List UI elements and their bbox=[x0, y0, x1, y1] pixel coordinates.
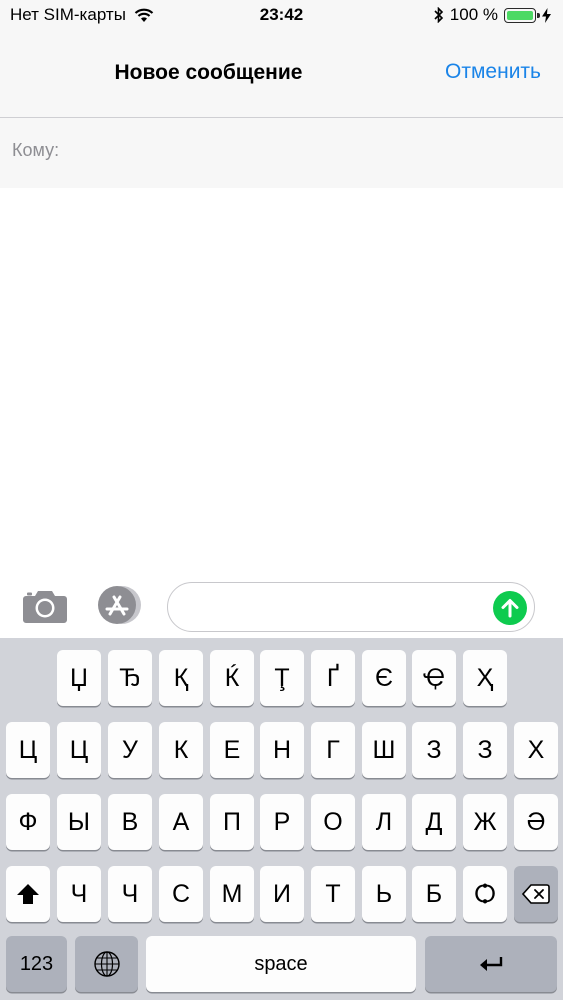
message-input-bar bbox=[0, 578, 563, 638]
key[interactable]: Ә bbox=[514, 794, 558, 850]
battery-icon bbox=[504, 7, 540, 23]
key[interactable]: Ч bbox=[57, 866, 101, 922]
key[interactable]: З bbox=[412, 722, 456, 778]
cancel-button[interactable]: Отменить bbox=[445, 60, 541, 84]
key[interactable]: О bbox=[311, 794, 355, 850]
key[interactable]: К bbox=[159, 722, 203, 778]
key[interactable]: Ţ bbox=[260, 650, 304, 706]
key[interactable]: Ш bbox=[362, 722, 406, 778]
key[interactable]: Ж bbox=[463, 794, 507, 850]
return-icon bbox=[480, 957, 503, 971]
backspace-key[interactable] bbox=[514, 866, 558, 922]
camera-icon[interactable] bbox=[22, 588, 68, 624]
key[interactable]: Ќ bbox=[210, 650, 254, 706]
key[interactable]: П bbox=[210, 794, 254, 850]
key[interactable]: Ц bbox=[6, 722, 50, 778]
key[interactable]: А bbox=[159, 794, 203, 850]
status-bar: Нет SIM-карты 23:42 100 % bbox=[0, 0, 563, 30]
key[interactable]: Қ bbox=[159, 650, 203, 706]
key[interactable]: Д bbox=[412, 794, 456, 850]
app-store-icon[interactable] bbox=[95, 585, 143, 625]
key[interactable]: Џ bbox=[57, 650, 101, 706]
numbers-key[interactable]: 123 bbox=[6, 936, 67, 992]
key[interactable]: Ҿ bbox=[412, 650, 456, 706]
bluetooth-icon bbox=[434, 7, 443, 23]
key[interactable]: И bbox=[260, 866, 304, 922]
battery-percent: 100 % bbox=[449, 5, 498, 24]
key[interactable]: М bbox=[210, 866, 254, 922]
key[interactable]: Ђ bbox=[108, 650, 152, 706]
key[interactable]: Ф bbox=[6, 794, 50, 850]
key[interactable]: Е bbox=[210, 722, 254, 778]
globe-key[interactable] bbox=[75, 936, 138, 992]
key[interactable]: Р bbox=[260, 794, 304, 850]
arrow-up-icon bbox=[501, 599, 519, 618]
shift-key[interactable] bbox=[6, 866, 50, 922]
navigation-bar: Новое сообщение Отменить bbox=[0, 30, 563, 118]
key[interactable]: Ц bbox=[57, 722, 101, 778]
send-button[interactable] bbox=[493, 591, 527, 625]
message-area bbox=[0, 188, 563, 578]
key[interactable]: Є bbox=[362, 650, 406, 706]
return-key[interactable] bbox=[425, 936, 557, 992]
key[interactable]: У bbox=[108, 722, 152, 778]
page-title: Новое сообщение bbox=[114, 61, 303, 84]
key[interactable]: Ѻ bbox=[463, 866, 507, 922]
key[interactable]: Т bbox=[311, 866, 355, 922]
recipient-field[interactable]: Кому: bbox=[0, 118, 563, 188]
key[interactable]: Л bbox=[362, 794, 406, 850]
key[interactable]: С bbox=[159, 866, 203, 922]
key[interactable]: Ч bbox=[108, 866, 152, 922]
key[interactable]: Г bbox=[311, 722, 355, 778]
key[interactable]: Ҳ bbox=[463, 650, 507, 706]
key[interactable]: Н bbox=[260, 722, 304, 778]
key[interactable]: Б bbox=[412, 866, 456, 922]
keyboard: Џ Ђ Қ Ќ Ţ Ґ Є Ҿ Ҳ Ц Ц У К Е Н Г Ш З З Х … bbox=[0, 638, 563, 1000]
globe-icon bbox=[93, 951, 120, 977]
backspace-icon bbox=[522, 884, 550, 904]
recipient-label: Кому: bbox=[12, 140, 60, 160]
shift-icon bbox=[17, 884, 39, 904]
message-input[interactable] bbox=[167, 582, 535, 632]
key[interactable]: Ґ bbox=[311, 650, 355, 706]
key[interactable]: Ь bbox=[362, 866, 406, 922]
space-key[interactable]: space bbox=[146, 936, 416, 992]
key[interactable]: В bbox=[108, 794, 152, 850]
key[interactable]: З bbox=[463, 722, 507, 778]
status-right: 100 % bbox=[428, 5, 551, 25]
charging-icon bbox=[542, 7, 551, 23]
key[interactable]: Х bbox=[514, 722, 558, 778]
key[interactable]: Ы bbox=[57, 794, 101, 850]
